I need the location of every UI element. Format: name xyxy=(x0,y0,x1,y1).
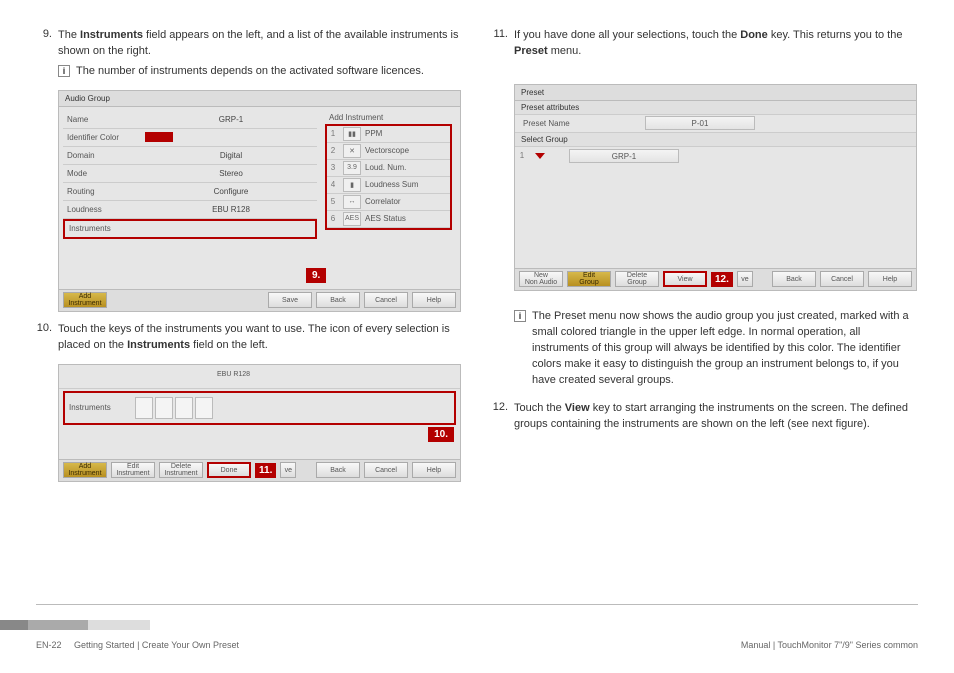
page-number: EN-22 xyxy=(36,640,62,650)
figure-instruments-selected: EBU R128 Instruments 10. Add Instrument … xyxy=(58,364,461,482)
add-instrument-button[interactable]: Add Instrument xyxy=(63,292,107,308)
mini-icon xyxy=(175,397,193,419)
instrument-item[interactable]: 33.9Loud. Num. xyxy=(327,160,450,177)
step-11: 11. If you have done all your selections… xyxy=(492,28,918,60)
step-number: 12. xyxy=(492,401,514,433)
panel-subtitle: Preset attributes xyxy=(515,101,916,115)
callout-10: 10. xyxy=(428,427,454,442)
button-row: Add Instrument Save Back Cancel Help xyxy=(59,289,460,311)
note-12: i The Preset menu now shows the audio gr… xyxy=(514,309,918,389)
breadcrumb: Getting Started | Create Your Own Preset xyxy=(74,640,239,650)
instrument-item[interactable]: 6AESAES Status xyxy=(327,211,450,228)
correlator-icon: ↔ xyxy=(343,195,361,209)
callout-9: 9. xyxy=(306,268,326,283)
help-button[interactable]: Help xyxy=(412,292,456,308)
manual-title: Manual | TouchMonitor 7"/9" Series commo… xyxy=(741,640,918,650)
new-nonaudio-button[interactable]: New Non Audio xyxy=(519,271,563,287)
step-9: 9. The Instruments field appears on the … xyxy=(36,28,462,60)
cancel-button[interactable]: Cancel xyxy=(364,462,408,478)
delete-group-button[interactable]: Delete Group xyxy=(615,271,659,287)
instrument-item[interactable]: 1▮▮PPM xyxy=(327,126,450,143)
aes-icon: AES xyxy=(343,212,361,226)
cancel-button[interactable]: Cancel xyxy=(364,292,408,308)
loudsum-icon: ▮ xyxy=(343,178,361,192)
figure-preset: Preset Preset attributes Preset Name P-0… xyxy=(514,84,917,291)
button-row: Add Instrument Edit Instrument Delete In… xyxy=(59,459,460,481)
callout-11: 11. xyxy=(255,463,276,478)
group-row[interactable]: 1 GRP-1 xyxy=(515,147,916,165)
instruments-field[interactable]: Instruments xyxy=(63,219,317,239)
progress-bar xyxy=(0,620,150,630)
done-button[interactable]: Done xyxy=(207,462,251,478)
left-column: 9. The Instruments field appears on the … xyxy=(36,28,462,492)
note-9: i The number of instruments depends on t… xyxy=(58,64,462,80)
view-button[interactable]: View xyxy=(663,271,707,287)
panel-title: Preset xyxy=(515,85,916,101)
instrument-item[interactable]: 4▮Loudness Sum xyxy=(327,177,450,194)
step-number: 9. xyxy=(36,28,58,60)
edit-instrument-button[interactable]: Edit Instrument xyxy=(111,462,155,478)
info-icon: i xyxy=(514,310,526,322)
edit-group-button[interactable]: Edit Group xyxy=(567,271,611,287)
step-text: Touch the View key to start arranging th… xyxy=(514,401,918,433)
note-text: The Preset menu now shows the audio grou… xyxy=(532,309,918,389)
step-number: 10. xyxy=(36,322,58,354)
triangle-icon xyxy=(535,153,545,159)
step-text: If you have done all your selections, to… xyxy=(514,28,918,60)
callout-12: 12. xyxy=(711,272,733,287)
instrument-item[interactable]: 2✕Vectorscope xyxy=(327,143,450,160)
add-instrument-button[interactable]: Add Instrument xyxy=(63,462,107,478)
step-text: Touch the keys of the instruments you wa… xyxy=(58,322,462,354)
mini-icon xyxy=(135,397,153,419)
right-column: 11. If you have done all your selections… xyxy=(492,28,918,492)
cancel-button[interactable]: Cancel xyxy=(820,271,864,287)
delete-instrument-button[interactable]: Delete Instrument xyxy=(159,462,203,478)
partial-button[interactable]: ve xyxy=(280,462,296,478)
button-row: New Non Audio Edit Group Delete Group Vi… xyxy=(515,268,916,290)
mini-icon xyxy=(155,397,173,419)
back-button[interactable]: Back xyxy=(316,462,360,478)
note-text: The number of instruments depends on the… xyxy=(76,64,462,80)
figure-audio-group: Audio Group NameGRP-1 Identifier Color D… xyxy=(58,90,461,312)
mini-icon xyxy=(195,397,213,419)
add-instrument-panel: Add Instrument 1▮▮PPM 2✕Vectorscope 33.9… xyxy=(321,107,456,287)
vectorscope-icon: ✕ xyxy=(343,144,361,158)
identifier-color-chip xyxy=(145,132,173,142)
instrument-item[interactable]: 5↔Correlator xyxy=(327,194,450,211)
back-button[interactable]: Back xyxy=(316,292,360,308)
save-button[interactable]: Save xyxy=(268,292,312,308)
instrument-list: 1▮▮PPM 2✕Vectorscope 33.9Loud. Num. 4▮Lo… xyxy=(325,124,452,230)
preset-name-value[interactable]: P-01 xyxy=(645,116,755,130)
step-number: 11. xyxy=(492,28,514,60)
panel-title: Audio Group xyxy=(59,91,460,107)
step-12: 12. Touch the View key to start arrangin… xyxy=(492,401,918,433)
help-button[interactable]: Help xyxy=(868,271,912,287)
partial-button[interactable]: ve xyxy=(737,271,753,287)
back-button[interactable]: Back xyxy=(772,271,816,287)
info-icon: i xyxy=(58,65,70,77)
ppm-icon: ▮▮ xyxy=(343,127,361,141)
loudnum-icon: 3.9 xyxy=(343,161,361,175)
help-button[interactable]: Help xyxy=(412,462,456,478)
page-footer: EN-22 Getting Started | Create Your Own … xyxy=(36,640,918,650)
step-10: 10. Touch the keys of the instruments yo… xyxy=(36,322,462,354)
audio-group-fields: NameGRP-1 Identifier Color DomainDigital… xyxy=(59,107,321,287)
step-text: The Instruments field appears on the lef… xyxy=(58,28,462,60)
instruments-row[interactable]: Instruments xyxy=(63,391,456,425)
footer-divider xyxy=(36,604,918,605)
